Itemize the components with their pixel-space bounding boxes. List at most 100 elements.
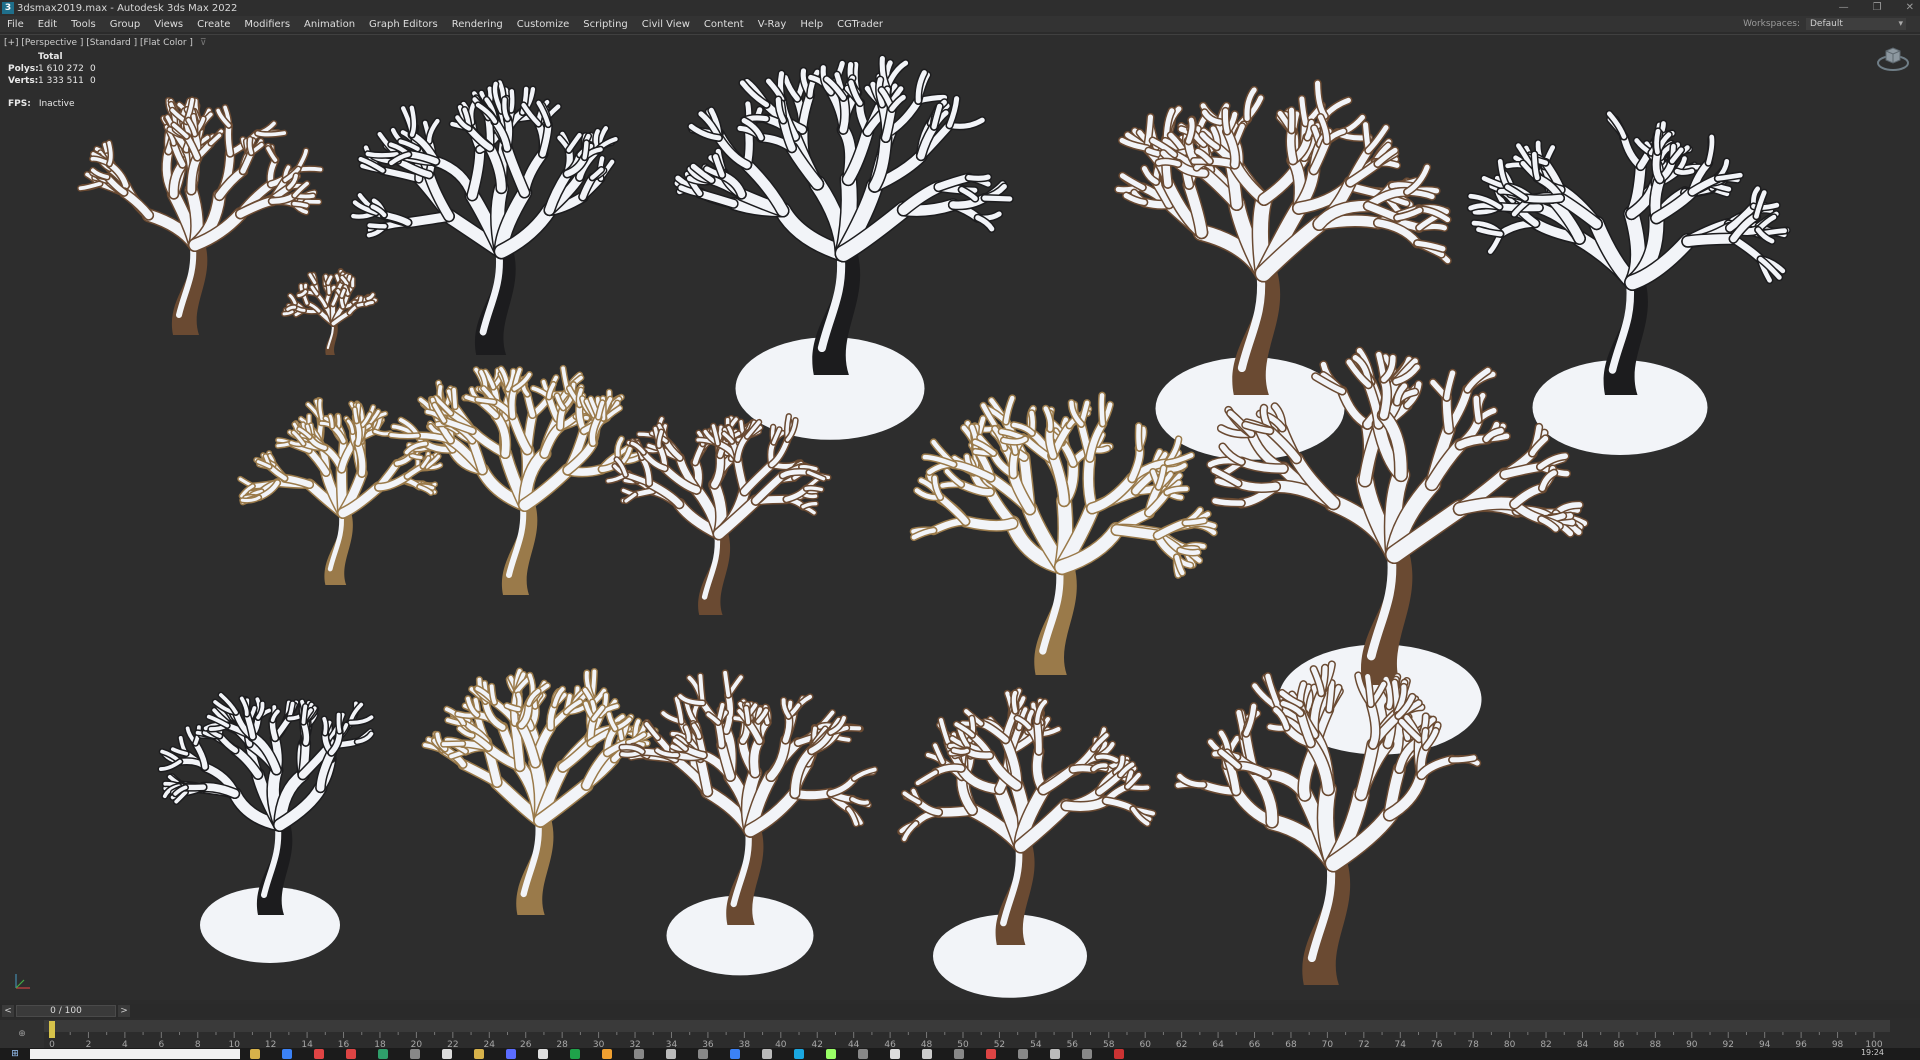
taskbar-app-icon[interactable] (570, 1049, 580, 1059)
time-prev-button[interactable]: < (2, 1005, 14, 1017)
snow-on-branch (961, 516, 1018, 531)
snow-tree-model[interactable] (604, 413, 832, 615)
snow-tree-model[interactable] (77, 96, 324, 335)
taskbar-app-icon[interactable] (1018, 1049, 1028, 1059)
current-frame-marker[interactable] (49, 1021, 55, 1038)
taskbar-app-icon[interactable] (410, 1049, 420, 1059)
snow-tree-model[interactable] (157, 691, 375, 963)
taskbar-app-icon[interactable] (634, 1049, 644, 1059)
menu-rendering[interactable]: Rendering (445, 19, 510, 30)
taskbar-app-icon[interactable] (858, 1049, 868, 1059)
taskbar-app-icon[interactable] (378, 1049, 388, 1059)
menu-edit[interactable]: Edit (31, 19, 64, 30)
menu-help[interactable]: Help (793, 19, 830, 30)
viewport-label[interactable]: [+] [Perspective ] [Standard ] [Flat Col… (4, 38, 206, 48)
menu-vray[interactable]: V-Ray (751, 19, 794, 30)
menu-scripting[interactable]: Scripting (576, 19, 634, 30)
track-bar[interactable]: ⊕ 0 2 4 6 8 10 12 14 16 18 20 22 24 26 28 30 32 34 36 38 40 4… (0, 1020, 1920, 1048)
filter-icon[interactable]: ⊽ (200, 38, 207, 48)
snow-on-branch (336, 414, 341, 428)
taskbar-app-icon[interactable] (1050, 1049, 1060, 1059)
menu-group[interactable]: Group (103, 19, 147, 30)
snow-on-branch (1222, 108, 1230, 134)
snow-tree-model[interactable] (281, 268, 379, 355)
snow-on-branch (1011, 690, 1018, 714)
snow-on-branch (301, 704, 308, 725)
mini-curve-editor-toggle[interactable]: ⊕ (0, 1020, 44, 1048)
taskbar-app-icon[interactable] (282, 1049, 292, 1059)
workspaces: Workspaces: Default (1743, 16, 1906, 32)
snow-tree-model[interactable] (897, 687, 1157, 998)
taskbar-app-icon[interactable] (506, 1049, 516, 1059)
menu-animation[interactable]: Animation (297, 19, 362, 30)
taskbar-app-icon[interactable] (442, 1049, 452, 1059)
time-slider[interactable]: 0 / 100 (16, 1005, 116, 1017)
snow-tree-model[interactable] (618, 669, 879, 976)
taskbar-app-icon[interactable] (890, 1049, 900, 1059)
taskbar-search[interactable] (30, 1049, 240, 1059)
ruler-label: 12 (265, 1040, 276, 1048)
workspaces-label: Workspaces: (1743, 19, 1800, 29)
taskbar-app-icon[interactable] (666, 1049, 676, 1059)
frame-ruler[interactable]: 0 2 4 6 8 10 12 14 16 18 20 22 24 26 28 30 32 34 36 38 40 42 4… (44, 1020, 1890, 1048)
taskbar-app-icon[interactable] (538, 1049, 548, 1059)
verts-selected: 0 (90, 76, 96, 86)
perspective-viewport[interactable]: [+] [Perspective ] [Standard ] [Flat Col… (0, 34, 1920, 1000)
viewcube-icon[interactable] (1876, 43, 1910, 73)
snow-on-branch (247, 137, 254, 155)
snow-on-branch (452, 387, 458, 409)
taskbar-app-icon[interactable] (922, 1049, 932, 1059)
snow-on-branch (389, 433, 420, 438)
minimize-button[interactable]: — (1839, 0, 1849, 16)
title-bar: 3 3dsmax2019.max - Autodesk 3ds Max 2022… (0, 0, 1920, 16)
taskbar-app-icon[interactable] (474, 1049, 484, 1059)
snow-on-branch (353, 407, 359, 423)
workspaces-select[interactable]: Default (1806, 18, 1906, 30)
time-next-button[interactable]: > (118, 1005, 130, 1017)
taskbar-app-icon[interactable] (602, 1049, 612, 1059)
taskbar-app-icon[interactable] (698, 1049, 708, 1059)
snow-tree-model[interactable] (909, 391, 1218, 675)
viewport-label-text[interactable]: [+] [Perspective ] [Standard ] [Flat Col… (4, 38, 193, 48)
keyframe-strip[interactable] (44, 1020, 1890, 1032)
menu-customize[interactable]: Customize (510, 19, 577, 30)
taskbar-app-icon[interactable] (1114, 1049, 1124, 1059)
menu-civil-view[interactable]: Civil View (635, 19, 697, 30)
menu-content[interactable]: Content (697, 19, 751, 30)
taskbar-clock: 19:24 (1860, 1048, 1884, 1057)
taskbar-app-icon[interactable] (250, 1049, 260, 1059)
menu-cgtrader[interactable]: CGTrader (830, 19, 890, 30)
menu-views[interactable]: Views (147, 19, 190, 30)
ruler-label: 34 (666, 1040, 678, 1048)
snow-on-branch (1338, 387, 1372, 429)
taskbar-app-icon[interactable] (794, 1049, 804, 1059)
ruler-label: 68 (1285, 1040, 1297, 1048)
taskbar-app-icon[interactable] (314, 1049, 324, 1059)
taskbar-app-icon[interactable] (1082, 1049, 1092, 1059)
snow-tree-model[interactable] (387, 364, 645, 595)
close-button[interactable]: ✕ (1906, 0, 1914, 16)
restore-button[interactable]: ❐ (1873, 0, 1882, 16)
menu-file[interactable]: File (0, 19, 31, 30)
taskbar-app-icon[interactable] (762, 1049, 772, 1059)
menu-tools[interactable]: Tools (64, 19, 103, 30)
snow-tree-model[interactable] (421, 667, 659, 915)
snow-on-branch (1046, 425, 1057, 459)
menu-modifiers[interactable]: Modifiers (237, 19, 297, 30)
taskbar-app-icon[interactable] (954, 1049, 964, 1059)
snow-tree-model[interactable] (673, 54, 1014, 440)
menu-create[interactable]: Create (190, 19, 237, 30)
snow-on-branch (509, 89, 515, 113)
menu-graph-editors[interactable]: Graph Editors (362, 19, 445, 30)
snow-tree-model[interactable] (1466, 109, 1791, 455)
start-icon[interactable]: ⊞ (0, 1048, 30, 1060)
taskbar-app-icon[interactable] (730, 1049, 740, 1059)
ruler-label: 28 (556, 1040, 568, 1048)
taskbar-app-icon[interactable] (986, 1049, 996, 1059)
taskbar-app-icon[interactable] (826, 1049, 836, 1059)
ruler-label: 70 (1322, 1040, 1334, 1048)
time-slider-bar: < 0 / 100 > (0, 1004, 1920, 1018)
taskbar-app-icon[interactable] (346, 1049, 356, 1059)
snow-on-branch (340, 288, 346, 298)
snow-tree-model[interactable] (349, 78, 620, 355)
